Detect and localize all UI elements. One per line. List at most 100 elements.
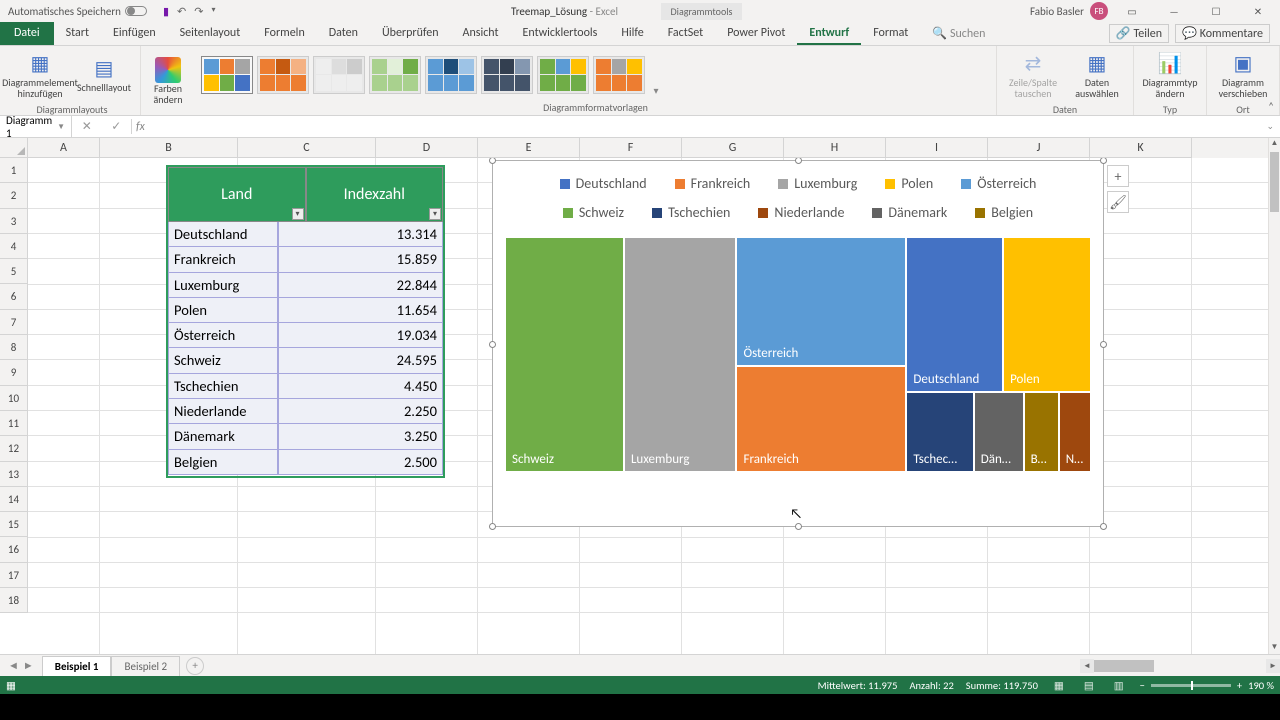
legend-item[interactable]: Niederlande [758, 204, 844, 221]
resize-handle[interactable] [489, 523, 496, 530]
row-header[interactable]: 5 [0, 259, 28, 284]
sheet-tab-1[interactable]: Beispiel 1 [42, 656, 112, 676]
col-header[interactable]: E [478, 138, 580, 158]
undo-icon[interactable]: ↶ [177, 5, 186, 18]
legend-item[interactable]: Belgien [975, 204, 1033, 221]
chart-plot-area[interactable]: SchweizLuxemburgÖsterreichFrankreichDeut… [505, 237, 1091, 472]
legend-item[interactable]: Deutschland [560, 175, 647, 192]
row-header[interactable]: 3 [0, 209, 28, 234]
tab-file[interactable]: Datei [0, 22, 54, 45]
row-header[interactable]: 18 [0, 588, 28, 613]
tab-format[interactable]: Format [861, 22, 920, 45]
tab-factset[interactable]: FactSet [656, 22, 715, 45]
row-header[interactable]: 4 [0, 234, 28, 259]
resize-handle[interactable] [489, 157, 496, 164]
tab-pagelayout[interactable]: Seitenlayout [168, 22, 253, 45]
row-header[interactable]: 13 [0, 462, 28, 487]
row-header[interactable]: 16 [0, 537, 28, 562]
resize-handle[interactable] [795, 523, 802, 530]
tab-review[interactable]: Überprüfen [370, 22, 451, 45]
add-sheet-button[interactable]: + [186, 657, 204, 675]
tab-start[interactable]: Start [54, 22, 101, 45]
treemap-tile[interactable]: Polen [1003, 237, 1091, 392]
qat-more-icon[interactable]: ▾ [211, 5, 215, 18]
tab-help[interactable]: Hilfe [609, 22, 655, 45]
treemap-tile[interactable]: Tschec… [906, 392, 973, 472]
chart-style-5[interactable] [425, 56, 477, 94]
chart-elements-button[interactable]: + [1107, 165, 1129, 187]
row-header[interactable]: 1 [0, 158, 28, 183]
more-styles-icon[interactable]: ▾ [649, 48, 663, 101]
col-header[interactable]: K [1090, 138, 1192, 158]
legend-item[interactable]: Österreich [961, 175, 1036, 192]
sheet-nav-prev[interactable]: ◄ [8, 659, 19, 672]
chart-styles-button[interactable]: 🖌 [1107, 191, 1129, 213]
row-header[interactable]: 17 [0, 563, 28, 588]
col-header[interactable]: B [100, 138, 238, 158]
table-row[interactable]: Polen11.654 [168, 298, 443, 323]
chart-object[interactable]: + 🖌 DeutschlandFrankreichLuxemburgPolenÖ… [492, 160, 1104, 527]
row-header[interactable]: 10 [0, 386, 28, 411]
ribbon-display-icon[interactable]: ▭ [1114, 0, 1150, 22]
col-header[interactable]: I [886, 138, 988, 158]
chart-style-3[interactable] [313, 56, 365, 94]
minimize-button[interactable]: — [1156, 0, 1192, 22]
table-row[interactable]: Niederlande2.250 [168, 399, 443, 424]
tab-insert[interactable]: Einfügen [101, 22, 168, 45]
table-row[interactable]: Schweiz24.595 [168, 348, 443, 373]
close-button[interactable]: ✕ [1240, 0, 1276, 22]
col-header[interactable]: F [580, 138, 682, 158]
comments-button[interactable]: 💬 Kommentare [1175, 24, 1270, 43]
zoom-level[interactable]: 190 % [1248, 679, 1274, 692]
zoom-control[interactable]: −+ 190 % [1140, 679, 1274, 692]
chart-style-7[interactable] [537, 56, 589, 94]
view-pagebreak-icon[interactable]: ▥ [1110, 679, 1128, 692]
row-header[interactable]: 15 [0, 512, 28, 537]
legend-item[interactable]: Tschechien [652, 204, 730, 221]
worksheet-grid[interactable]: ABCDEFGHIJK 123456789101112131415161718 … [0, 138, 1280, 654]
data-table[interactable]: Land▾ Indexzahl▾ Deutschland13.314Frankr… [168, 167, 443, 475]
table-row[interactable]: Frankreich15.859 [168, 247, 443, 272]
tab-developer[interactable]: Entwicklertools [511, 22, 610, 45]
table-row[interactable]: Deutschland13.314 [168, 222, 443, 247]
chart-style-6[interactable] [481, 56, 533, 94]
chart-legend[interactable]: DeutschlandFrankreichLuxemburgPolenÖster… [493, 161, 1103, 229]
col-header[interactable]: G [682, 138, 784, 158]
tab-powerpivot[interactable]: Power Pivot [715, 22, 797, 45]
row-header[interactable]: 8 [0, 335, 28, 360]
share-button[interactable]: 🔗 Teilen [1109, 24, 1169, 43]
vertical-scrollbar[interactable]: ▲▼ [1268, 138, 1280, 654]
tab-view[interactable]: Ansicht [451, 22, 511, 45]
view-pagelayout-icon[interactable]: ▤ [1080, 679, 1098, 692]
filter-button-index[interactable]: ▾ [429, 208, 441, 220]
maximize-button[interactable]: ☐ [1198, 0, 1234, 22]
search-box[interactable]: 🔍 Suchen [920, 22, 997, 45]
move-chart-button[interactable]: ▣Diagramm verschieben [1213, 48, 1273, 103]
row-header[interactable]: 7 [0, 310, 28, 335]
table-row[interactable]: Tschechien4.450 [168, 374, 443, 399]
change-colors-button[interactable]: Farben ändern [147, 54, 189, 109]
sheet-nav-next[interactable]: ► [23, 659, 34, 672]
col-header[interactable]: H [784, 138, 886, 158]
filter-button-land[interactable]: ▾ [292, 208, 304, 220]
view-normal-icon[interactable]: ▦ [1050, 679, 1068, 692]
treemap-tile[interactable]: Dän… [974, 392, 1024, 472]
chart-style-4[interactable] [369, 56, 421, 94]
chart-style-2[interactable] [257, 56, 309, 94]
autosave-toggle[interactable] [125, 6, 147, 16]
legend-item[interactable]: Schweiz [563, 204, 624, 221]
resize-handle[interactable] [795, 157, 802, 164]
chart-style-8[interactable] [593, 56, 645, 94]
resize-handle[interactable] [489, 341, 496, 348]
row-header[interactable]: 2 [0, 183, 28, 208]
row-header[interactable]: 12 [0, 436, 28, 461]
table-row[interactable]: Belgien2.500 [168, 450, 443, 475]
resize-handle[interactable] [1100, 523, 1107, 530]
legend-item[interactable]: Polen [885, 175, 933, 192]
tab-formulas[interactable]: Formeln [252, 22, 316, 45]
redo-icon[interactable]: ↷ [194, 5, 203, 18]
change-chart-type-button[interactable]: 📊Diagrammtyp ändern [1140, 48, 1200, 103]
legend-item[interactable]: Frankreich [675, 175, 751, 192]
tab-design[interactable]: Entwurf [797, 22, 861, 45]
horizontal-scrollbar[interactable]: ◄► [1080, 659, 1280, 673]
